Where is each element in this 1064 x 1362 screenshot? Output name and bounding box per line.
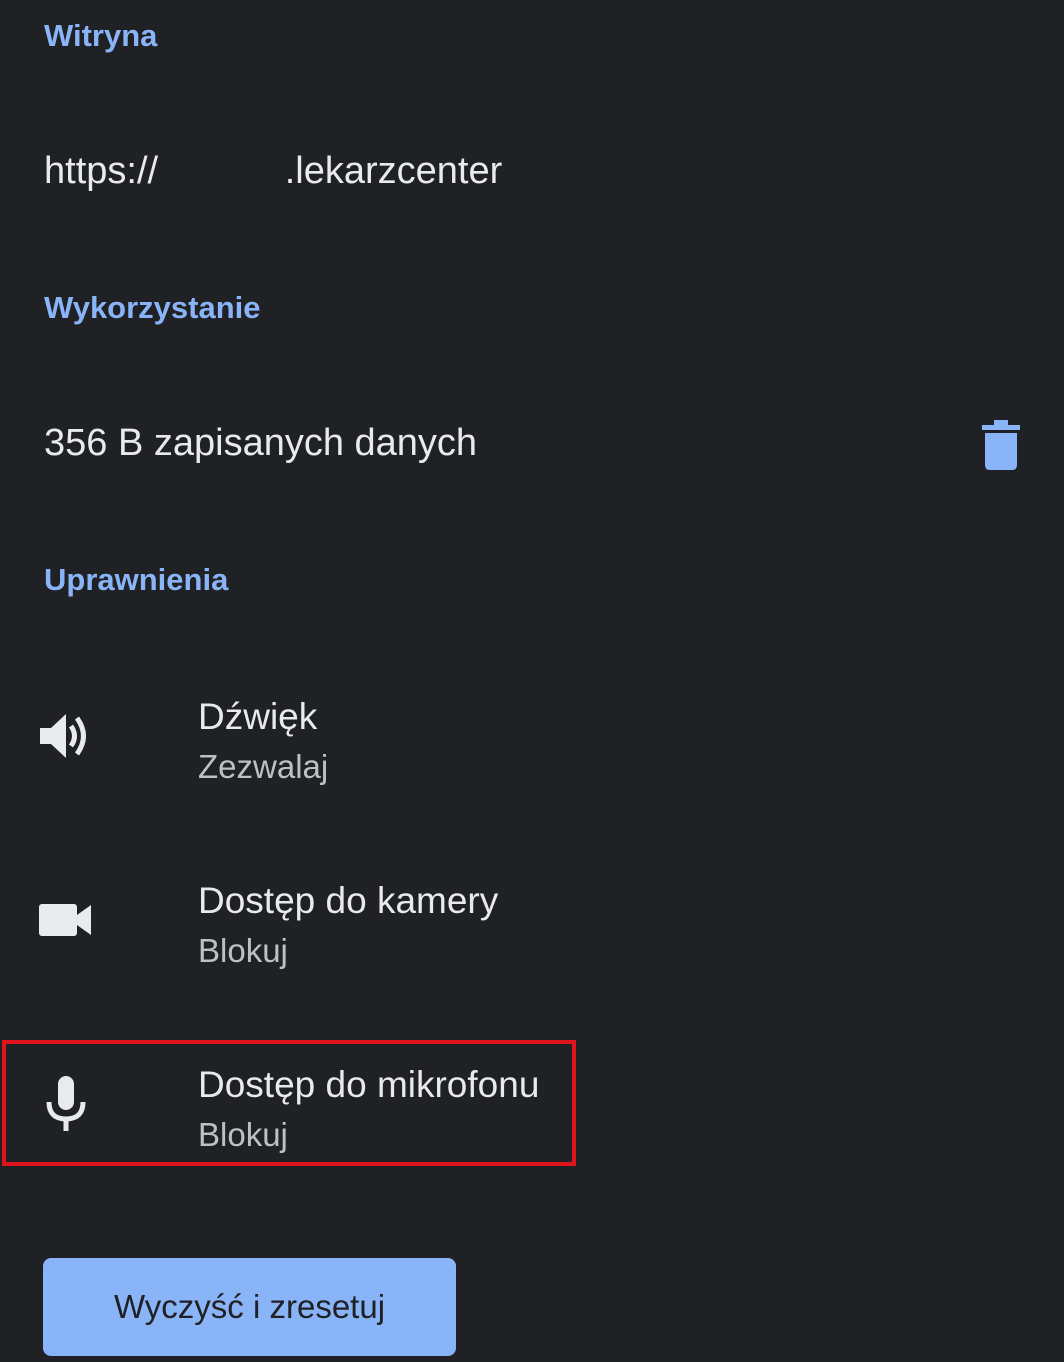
trash-icon — [982, 420, 1020, 470]
permissions-section-header: Uprawnienia — [44, 562, 229, 597]
permission-status: Blokuj — [198, 932, 288, 969]
permission-status: Blokuj — [198, 1116, 288, 1153]
permission-item-sound[interactable]: Dźwięk Zezwalaj — [0, 672, 580, 802]
usage-section-header: Wykorzystanie — [44, 290, 261, 325]
permission-title: Dźwięk — [198, 696, 318, 737]
site-origin: https:// .lekarzcenter — [44, 150, 503, 192]
permission-item-microphone[interactable]: Dostęp do mikrofonu Blokuj — [0, 1040, 580, 1170]
sound-icon — [36, 706, 96, 766]
clear-and-reset-button[interactable]: Wyczyść i zresetuj — [43, 1258, 456, 1356]
permission-title: Dostęp do mikrofonu — [198, 1064, 540, 1105]
site-section-header: Witryna — [44, 18, 158, 53]
microphone-icon — [36, 1074, 96, 1134]
camera-icon — [36, 890, 96, 950]
clear-stored-data-button[interactable] — [966, 410, 1036, 480]
usage-row: 356 B zapisanych danych — [0, 400, 1064, 490]
permission-title: Dostęp do kamery — [198, 880, 499, 921]
permission-status: Zezwalaj — [198, 748, 329, 785]
stored-data-text: 356 B zapisanych danych — [44, 422, 478, 464]
permission-item-camera[interactable]: Dostęp do kamery Blokuj — [0, 856, 580, 986]
